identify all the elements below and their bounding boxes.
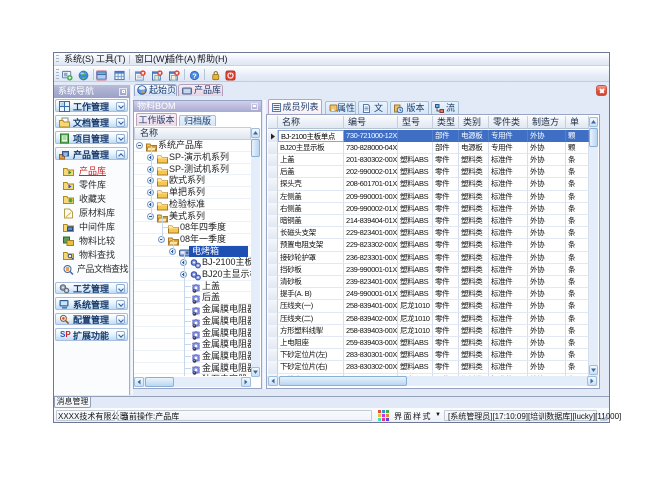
svg-text:?: ?	[192, 71, 197, 80]
